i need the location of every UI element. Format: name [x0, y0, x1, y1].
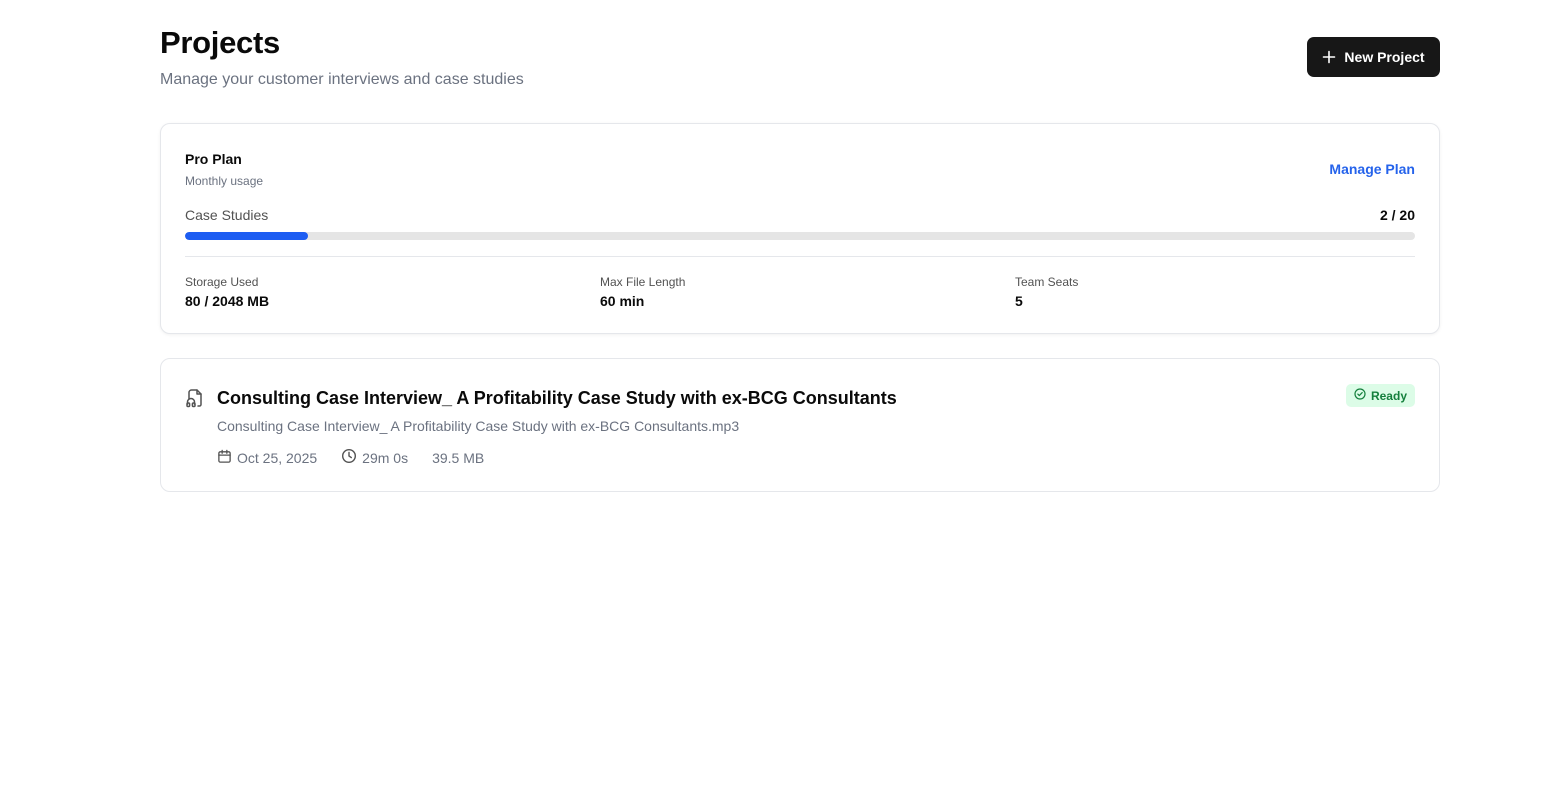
usage-label: Case Studies	[185, 207, 269, 223]
stat-storage-used: Storage Used 80 / 2048 MB	[185, 275, 269, 310]
project-duration: 29m 0s	[341, 448, 408, 468]
new-project-button[interactable]: New Project	[1307, 37, 1440, 77]
project-date-text: Oct 25, 2025	[237, 450, 318, 466]
project-file-name: Consulting Case Interview_ A Profitabili…	[217, 418, 740, 434]
stat-label: Team Seats	[1015, 275, 1079, 289]
divider	[185, 256, 1415, 257]
stat-label: Max File Length	[600, 275, 686, 289]
new-project-label: New Project	[1344, 49, 1425, 65]
stat-max-file-length: Max File Length 60 min	[600, 275, 685, 310]
usage-progress-bar	[185, 232, 1415, 240]
stat-value: 80 / 2048 MB	[185, 293, 270, 309]
stat-label: Storage Used	[185, 275, 259, 289]
status-text: Ready	[1370, 388, 1407, 403]
plan-usage-card: Pro Plan Monthly usage Manage Plan Case …	[160, 123, 1440, 334]
stat-value: 5	[1015, 293, 1023, 309]
project-meta: Oct 25, 2025 29m 0s 39.5 MB	[217, 448, 484, 468]
usage-progress-fill	[185, 232, 308, 240]
projects-page: Projects Manage your customer interviews…	[0, 0, 1563, 796]
page-subtitle: Manage your customer interviews and case…	[160, 71, 524, 88]
clock-icon	[341, 448, 357, 468]
project-title[interactable]: Consulting Case Interview_ A Profitabili…	[217, 386, 897, 410]
headphones-file-icon	[185, 388, 205, 413]
calendar-icon	[217, 449, 232, 468]
project-size: 39.5 MB	[432, 449, 484, 467]
manage-plan-link[interactable]: Manage Plan	[1329, 160, 1415, 178]
plan-subtitle: Monthly usage	[185, 174, 264, 188]
page-title: Projects	[160, 25, 280, 60]
usage-count: 2 / 20	[1379, 207, 1415, 223]
project-date: Oct 25, 2025	[217, 449, 317, 468]
plan-name: Pro Plan	[185, 151, 242, 167]
stat-team-seats: Team Seats 5	[1015, 275, 1078, 310]
project-card[interactable]: Consulting Case Interview_ A Profitabili…	[160, 358, 1440, 492]
plus-icon	[1322, 50, 1336, 64]
status-badge: Ready	[1345, 384, 1415, 407]
stat-value: 60 min	[600, 293, 645, 309]
project-size-text: 39.5 MB	[432, 450, 485, 466]
check-circle-icon	[1354, 388, 1366, 403]
project-duration-text: 29m 0s	[362, 450, 409, 466]
